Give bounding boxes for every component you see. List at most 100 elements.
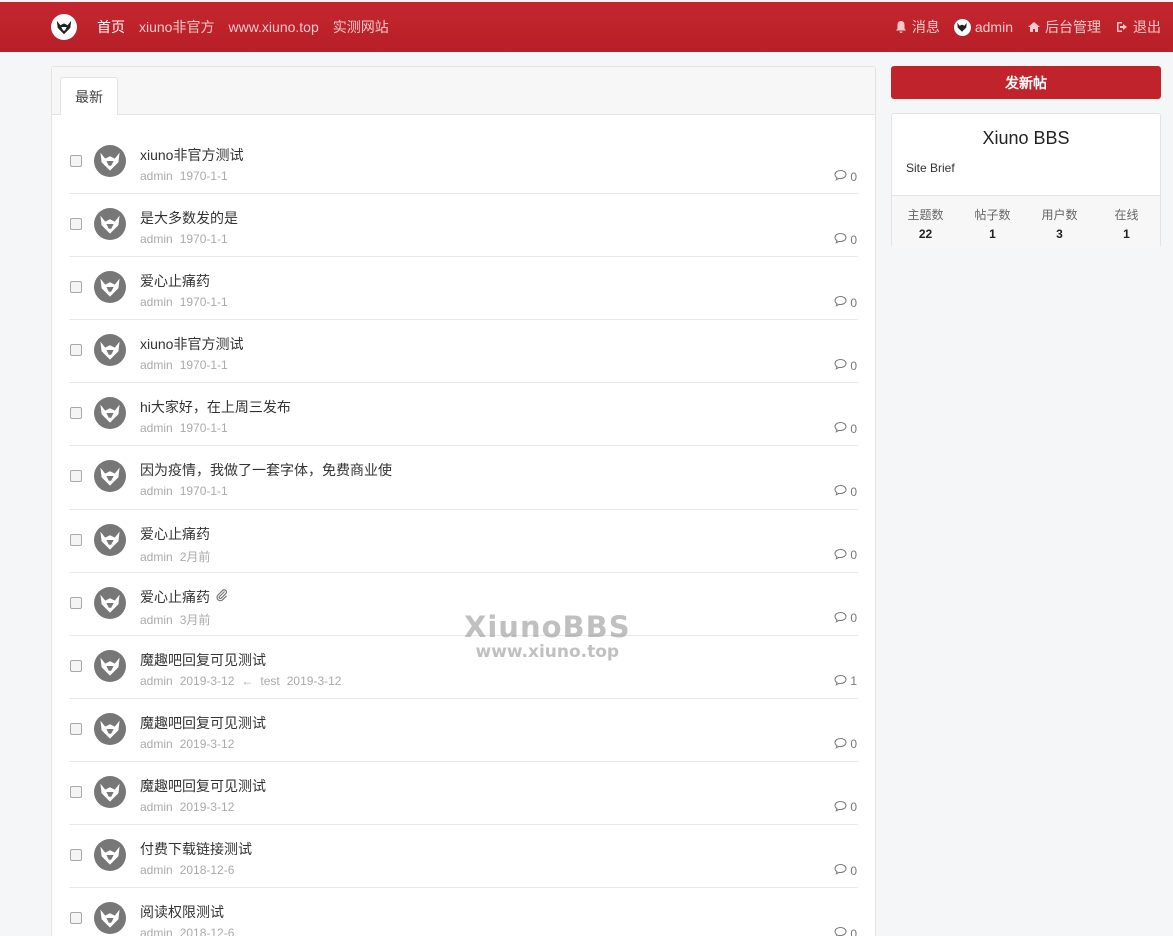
thread-author[interactable]: admin (140, 800, 173, 814)
author-avatar[interactable] (94, 460, 126, 493)
stat-value: 1 (989, 227, 996, 241)
thread-select-checkbox[interactable] (70, 849, 82, 862)
tab-latest[interactable]: 最新 (60, 77, 118, 115)
thread-subject-link[interactable]: 阅读权限测试 (140, 902, 224, 922)
thread-row[interactable]: 因为疫情，我做了一套字体，免费商业使 admin 1970-1-1 0 (69, 446, 858, 510)
thread-subject-link[interactable]: 因为疫情，我做了一套字体，免费商业使 (140, 460, 392, 480)
thread-author[interactable]: admin (140, 926, 173, 936)
thread-select-checkbox[interactable] (70, 596, 82, 609)
card-header: 最新 (52, 67, 875, 115)
thread-subject: hi大家好，在上周三发布 (140, 399, 291, 416)
reply-count-value: 0 (850, 548, 857, 563)
thread-select-checkbox[interactable] (70, 659, 82, 672)
thread-subject-link[interactable]: hi大家好，在上周三发布 (140, 397, 291, 417)
author-avatar[interactable] (94, 334, 126, 367)
thread-author[interactable]: admin (140, 737, 173, 751)
thread-subject-link[interactable]: 爱心止痛药 (140, 271, 210, 291)
thread-date: 2019-3-12 (179, 799, 235, 814)
thread-row[interactable]: 爱心止痛药 admin 2月前 0 (69, 510, 858, 573)
author-avatar[interactable] (94, 208, 126, 241)
thread-select-checkbox[interactable] (70, 281, 82, 294)
thread-author[interactable]: admin (140, 613, 173, 627)
thread-date: 2月前 (179, 549, 211, 564)
thread-select-checkbox[interactable] (70, 533, 82, 546)
thread-date: 1970-1-1 (179, 295, 228, 310)
comment-icon (834, 358, 847, 373)
thread-select-checkbox[interactable] (70, 344, 82, 357)
thread-subject-link[interactable]: xiuno非官方测试 (140, 145, 243, 165)
author-avatar[interactable] (94, 775, 126, 808)
thread-row[interactable]: 爱心止痛药 admin 3月前 0 (69, 573, 858, 636)
nav-link-site[interactable]: www.xiuno.top (228, 19, 318, 35)
thread-subject-link[interactable]: 爱心止痛药 (140, 587, 229, 607)
thread-author[interactable]: admin (140, 484, 173, 498)
thread-author[interactable]: admin (140, 863, 173, 877)
nav-messages[interactable]: 消息 (894, 17, 940, 37)
thread-date: 2018-12-6 (179, 926, 235, 936)
thread-row[interactable]: xiuno非官方测试 admin 1970-1-1 0 (69, 131, 858, 195)
thread-subject-link[interactable]: 爱心止痛药 (140, 524, 210, 544)
thread-subject-link[interactable]: 魔趣吧回复可见测试 (140, 776, 266, 796)
author-avatar[interactable] (94, 271, 126, 304)
thread-row[interactable]: hi大家好，在上周三发布 admin 1970-1-1 0 (69, 383, 858, 447)
thread-author[interactable]: admin (140, 169, 173, 183)
thread-subject-link[interactable]: 付费下载链接测试 (140, 839, 252, 859)
nav-logout[interactable]: 退出 (1115, 17, 1161, 37)
thread-meta: admin 2018-12-6 (140, 863, 241, 877)
thread-list-card: 最新 xiuno非官方测试 admin 1970-1-1 0 是大多数发的是 admin 1… (51, 66, 876, 936)
thread-select-checkbox[interactable] (70, 155, 82, 167)
thread-row[interactable]: 魔趣吧回复可见测试 admin 2019-3-12 0 (69, 699, 858, 762)
thread-row[interactable]: 魔趣吧回复可见测试 admin 2019-3-12 0 (69, 762, 858, 826)
thread-author[interactable]: admin (140, 232, 173, 246)
thread-author[interactable]: admin (140, 674, 173, 688)
nav-link-home[interactable]: 首页 (97, 17, 125, 37)
author-avatar[interactable] (94, 649, 126, 682)
new-thread-button[interactable]: 发新帖 (891, 66, 1161, 99)
author-avatar[interactable] (94, 145, 126, 177)
thread-date: 1970-1-1 (179, 484, 228, 499)
nav-link-unofficial[interactable]: xiuno非官方 (139, 17, 214, 37)
thread-meta: admin 2019-3-12 (140, 737, 241, 751)
site-name: Xiuno BBS (982, 128, 1070, 148)
site-logo-icon[interactable] (51, 14, 77, 40)
attachment-icon (215, 588, 229, 605)
thread-row[interactable]: xiuno非官方测试 admin 1970-1-1 0 (69, 320, 858, 384)
thread-select-checkbox[interactable] (70, 218, 82, 231)
author-avatar[interactable] (94, 839, 126, 872)
thread-subject-link[interactable]: 是大多数发的是 (140, 208, 238, 228)
thread-subject: 爱心止痛药 (140, 525, 210, 542)
thread-row[interactable]: 爱心止痛药 admin 1970-1-1 0 (69, 257, 858, 321)
thread-select-checkbox[interactable] (70, 785, 82, 798)
nav-admin-panel[interactable]: 后台管理 (1027, 17, 1101, 37)
thread-row[interactable]: 付费下载链接测试 admin 2018-12-6 0 (69, 825, 858, 889)
author-avatar[interactable] (94, 902, 126, 935)
nav-user[interactable]: admin (953, 18, 1013, 36)
last-reply-arrow: ← (241, 673, 254, 688)
author-avatar[interactable] (94, 397, 126, 430)
comment-icon (834, 800, 847, 815)
nav-admin-label: 后台管理 (1045, 19, 1101, 35)
thread-row[interactable]: 魔趣吧回复可见测试 admin 2019-3-12 ← test 2019-3-12 1 (69, 636, 858, 699)
thread-author[interactable]: admin (140, 358, 173, 372)
thread-select-checkbox[interactable] (70, 912, 82, 925)
thread-author[interactable]: admin (140, 421, 173, 435)
nav-link-test-site[interactable]: 实测网站 (333, 17, 389, 37)
thread-row[interactable]: 是大多数发的是 admin 1970-1-1 0 (69, 194, 858, 258)
author-avatar[interactable] (94, 523, 126, 556)
thread-author[interactable]: admin (140, 550, 173, 564)
thread-select-checkbox[interactable] (70, 407, 82, 420)
author-avatar[interactable] (94, 712, 126, 745)
reply-count: 0 (834, 611, 857, 626)
thread-subject: 阅读权限测试 (140, 904, 224, 921)
thread-author[interactable]: admin (140, 295, 173, 309)
thread-select-checkbox[interactable] (70, 470, 82, 483)
thread-select-checkbox[interactable] (70, 722, 82, 735)
thread-row[interactable]: 阅读权限测试 admin 2018-12-6 0 (69, 888, 858, 936)
thread-subject-link[interactable]: 魔趣吧回复可见测试 (140, 713, 266, 733)
thread-subject-link[interactable]: 魔趣吧回复可见测试 (140, 650, 266, 670)
stat-value: 22 (918, 227, 933, 241)
last-reply-user[interactable]: test (260, 674, 279, 688)
thread-subject-link[interactable]: xiuno非官方测试 (140, 334, 243, 354)
thread-meta: admin 2018-12-6 (140, 926, 241, 936)
author-avatar[interactable] (94, 586, 126, 619)
